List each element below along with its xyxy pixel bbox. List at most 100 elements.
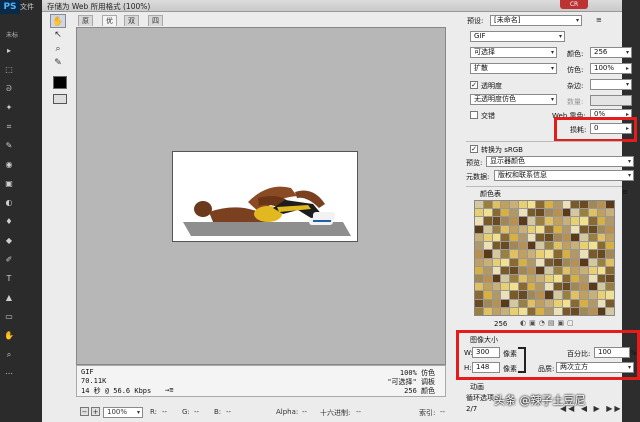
color-swatch[interactable] — [527, 209, 536, 217]
color-swatch[interactable] — [553, 283, 562, 291]
color-swatch[interactable] — [571, 209, 579, 217]
color-swatch[interactable] — [518, 233, 527, 242]
ps-tool-icon[interactable]: ◐ — [3, 198, 15, 208]
color-swatch[interactable] — [475, 233, 483, 242]
color-swatch[interactable] — [597, 217, 606, 225]
color-swatch[interactable] — [606, 209, 614, 217]
preview-select[interactable]: 显示器颜色 ▾ — [486, 156, 634, 167]
ps-tool-icon[interactable]: ✐ — [3, 255, 15, 265]
color-swatch[interactable] — [545, 307, 553, 315]
dither-amount[interactable]: 100% ▸ — [590, 63, 632, 74]
color-swatch[interactable] — [597, 274, 606, 283]
color-swatch[interactable] — [492, 201, 501, 209]
ps-tool-icon[interactable]: ⋯ — [3, 369, 15, 379]
color-swatch[interactable] — [501, 274, 509, 283]
color-swatch[interactable] — [527, 201, 536, 209]
color-swatch[interactable] — [606, 299, 614, 307]
color-swatch[interactable] — [562, 291, 571, 299]
color-swatch[interactable] — [597, 209, 606, 217]
color-swatch[interactable] — [510, 258, 518, 266]
ps-tool-icon[interactable]: ✎ — [3, 141, 15, 151]
ps-tool-icon[interactable]: ✦ — [3, 103, 15, 113]
ps-tool-icon[interactable]: ⌕ — [3, 350, 15, 360]
close-button[interactable]: CR — [560, 0, 588, 9]
color-swatch[interactable] — [606, 291, 614, 299]
color-swatch[interactable] — [562, 266, 571, 274]
color-swatch[interactable] — [606, 266, 614, 274]
color-swatch[interactable] — [510, 299, 518, 307]
color-swatch[interactable] — [588, 217, 597, 225]
color-swatch[interactable] — [553, 291, 562, 299]
color-swatch[interactable] — [562, 299, 571, 307]
color-swatch[interactable] — [562, 258, 571, 266]
zoom-out-button[interactable]: − — [80, 407, 89, 416]
interlaced-checkbox[interactable] — [470, 111, 478, 119]
color-swatch[interactable] — [545, 299, 553, 307]
color-swatch[interactable] — [606, 217, 614, 225]
color-swatch[interactable] — [527, 307, 536, 315]
color-swatch[interactable] — [483, 283, 492, 291]
color-swatch[interactable] — [597, 299, 606, 307]
zoom-icon[interactable]: ⌕ — [50, 42, 66, 56]
color-swatch[interactable] — [597, 201, 606, 209]
color-swatch[interactable] — [501, 299, 509, 307]
color-swatch[interactable] — [571, 266, 579, 274]
color-swatch[interactable] — [553, 307, 562, 315]
color-swatch[interactable] — [492, 299, 501, 307]
color-swatch[interactable] — [475, 242, 483, 250]
color-swatch[interactable] — [501, 242, 509, 250]
color-swatch[interactable] — [545, 283, 553, 291]
color-swatch[interactable] — [510, 217, 518, 225]
color-swatch[interactable] — [562, 233, 571, 242]
color-swatch[interactable] — [492, 209, 501, 217]
color-swatch[interactable] — [501, 250, 509, 258]
ps-tool-icon[interactable]: ◆ — [3, 236, 15, 246]
color-swatch[interactable] — [571, 299, 579, 307]
color-swatch[interactable] — [571, 307, 579, 315]
color-swatch[interactable] — [597, 250, 606, 258]
color-swatch[interactable] — [571, 225, 579, 233]
slice-select-icon[interactable]: ↖ — [50, 28, 66, 42]
color-swatch[interactable] — [580, 217, 588, 225]
color-swatch[interactable] — [475, 307, 483, 315]
color-swatch[interactable] — [571, 291, 579, 299]
color-swatch[interactable] — [553, 258, 562, 266]
color-swatch[interactable] — [588, 209, 597, 217]
color-swatch[interactable] — [580, 283, 588, 291]
color-swatch[interactable] — [580, 242, 588, 250]
color-swatch[interactable] — [571, 283, 579, 291]
color-swatch[interactable] — [510, 250, 518, 258]
color-swatch[interactable] — [510, 201, 518, 209]
color-swatch[interactable] — [545, 242, 553, 250]
color-swatch[interactable] — [606, 283, 614, 291]
color-swatch[interactable] — [580, 307, 588, 315]
color-swatch[interactable] — [553, 209, 562, 217]
color-swatch[interactable] — [597, 258, 606, 266]
color-swatch[interactable] — [571, 274, 579, 283]
color-swatch[interactable] — [597, 266, 606, 274]
color-swatch[interactable] — [562, 201, 571, 209]
color-swatch[interactable] — [571, 201, 579, 209]
color-swatch[interactable] — [588, 291, 597, 299]
color-swatch[interactable] — [553, 266, 562, 274]
color-swatch[interactable] — [588, 233, 597, 242]
color-swatch[interactable] — [597, 242, 606, 250]
color-swatch[interactable] — [545, 291, 553, 299]
color-swatch[interactable] — [536, 283, 544, 291]
color-swatch[interactable] — [597, 233, 606, 242]
ps-tool-icon[interactable]: ▭ — [3, 312, 15, 322]
color-swatch[interactable] — [536, 258, 544, 266]
color-table-grid[interactable] — [474, 200, 615, 316]
color-swatch[interactable] — [518, 283, 527, 291]
color-swatch[interactable] — [510, 209, 518, 217]
color-swatch[interactable] — [580, 250, 588, 258]
color-swatch[interactable] — [518, 250, 527, 258]
color-swatch[interactable] — [492, 250, 501, 258]
color-swatch[interactable] — [536, 233, 544, 242]
color-swatch[interactable] — [571, 258, 579, 266]
color-swatch[interactable] — [580, 225, 588, 233]
color-swatch[interactable] — [545, 250, 553, 258]
zoom-in-button[interactable]: + — [91, 407, 100, 416]
color-swatch[interactable] — [483, 266, 492, 274]
color-swatch[interactable] — [536, 299, 544, 307]
